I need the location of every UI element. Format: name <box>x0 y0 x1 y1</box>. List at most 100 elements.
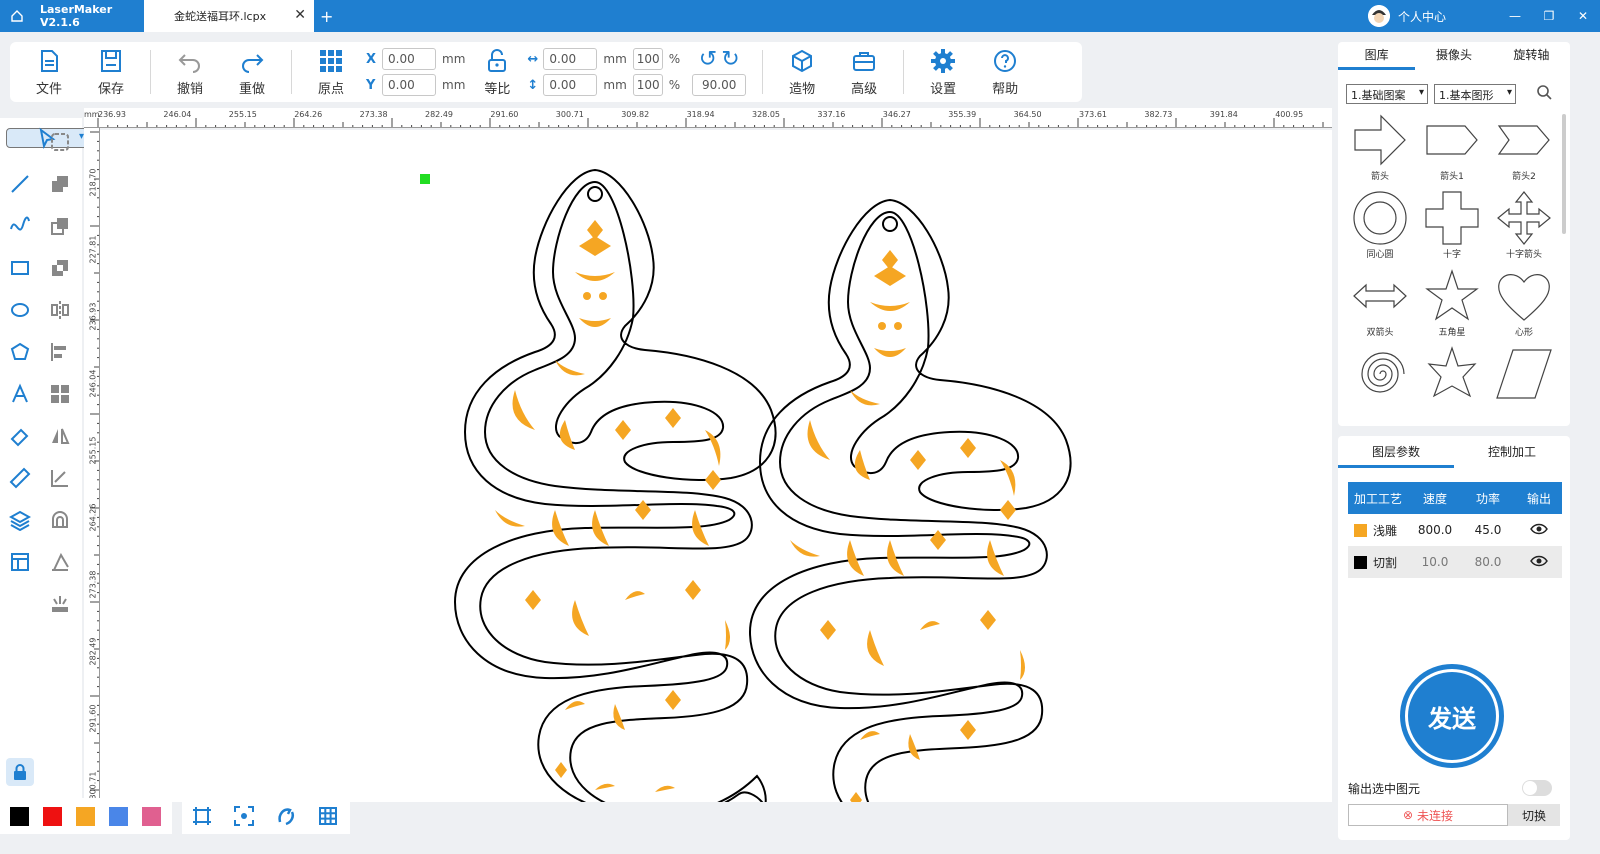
color-swatch[interactable] <box>43 806 62 826</box>
advanced-button[interactable]: 高级 <box>833 42 895 102</box>
undo-button[interactable]: 撤销 <box>159 42 221 102</box>
color-palette <box>0 798 172 834</box>
ellipse-tool-icon[interactable] <box>6 296 34 324</box>
library-scrollbar[interactable] <box>1562 114 1566 234</box>
close-window-icon[interactable]: ✕ <box>1566 0 1600 32</box>
snake-earring-right[interactable] <box>748 198 1072 848</box>
build-button[interactable]: 造物 <box>771 42 833 102</box>
shape-six-star[interactable] <box>1418 346 1486 418</box>
fit-page-icon[interactable] <box>192 806 212 826</box>
shape-concentric[interactable]: 同心圆 <box>1346 190 1414 262</box>
text-tool-icon[interactable] <box>6 380 34 408</box>
user-center-label: 个人中心 <box>1398 9 1447 24</box>
layers-tool-icon[interactable] <box>6 506 34 534</box>
offset-icon[interactable] <box>46 506 74 534</box>
union-icon[interactable] <box>46 170 74 198</box>
design-canvas[interactable] <box>100 130 1332 848</box>
shape-spiral[interactable] <box>1346 346 1414 418</box>
shape-arrow1[interactable]: 箭头1 <box>1418 112 1486 184</box>
ruler-label: 400.95 <box>1275 110 1304 119</box>
settings-button[interactable]: 设置 <box>912 42 974 102</box>
color-swatch[interactable] <box>10 806 29 826</box>
redo-button[interactable]: 重做 <box>221 42 283 102</box>
polygon-tool-icon[interactable] <box>6 338 34 366</box>
close-icon[interactable]: ✕ <box>294 7 306 23</box>
laser-icon[interactable] <box>46 590 74 618</box>
line-tool-icon[interactable] <box>6 170 34 198</box>
layer-row-engrave[interactable]: 浅雕 800.0 45.0 <box>1348 514 1562 546</box>
divider <box>150 50 151 94</box>
shape-double-arrow[interactable]: 双箭头 <box>1346 268 1414 340</box>
x-field[interactable]: 0.00 <box>382 48 436 70</box>
connection-status[interactable]: ⊗ 未连接 <box>1348 804 1508 826</box>
draw-icon[interactable] <box>46 548 74 576</box>
layer-row-cut[interactable]: 切割 10.0 80.0 <box>1348 546 1562 578</box>
shape-heart[interactable]: 心形 <box>1490 268 1558 340</box>
eye-icon[interactable] <box>1516 555 1562 570</box>
title-bar: LaserMaker V2.1.6 金蛇送福耳环.lcpx ✕ + 个人中心 —… <box>0 0 1600 32</box>
flip-icon[interactable] <box>46 422 74 450</box>
lock-icon[interactable] <box>6 758 34 786</box>
maximize-icon[interactable]: ❐ <box>1532 0 1566 32</box>
measure-icon[interactable] <box>46 464 74 492</box>
shape-cross[interactable]: 十字 <box>1418 190 1486 262</box>
shape-parallelogram[interactable] <box>1490 346 1558 418</box>
mirror-icon[interactable] <box>46 296 74 324</box>
rotate-left-icon[interactable]: ↺ <box>699 48 717 72</box>
eraser-tool-icon[interactable] <box>6 422 34 450</box>
curve-tool-icon[interactable] <box>6 212 34 240</box>
array-icon[interactable] <box>46 380 74 408</box>
shape-star[interactable]: 五角星 <box>1418 268 1486 340</box>
ruler-label: 227.81 <box>88 235 98 264</box>
output-selected-toggle[interactable] <box>1522 780 1552 796</box>
shape-arrow2[interactable]: 箭头2 <box>1490 112 1558 184</box>
app-title: LaserMaker V2.1.6 <box>40 3 113 29</box>
tab-file[interactable]: 金蛇送福耳环.lcpx ✕ <box>144 0 314 32</box>
send-button[interactable]: 发送 <box>1400 664 1504 768</box>
user-center[interactable]: 个人中心 <box>1368 5 1446 27</box>
tab-rotary[interactable]: 旋转轴 <box>1493 42 1570 70</box>
switch-button[interactable]: 切换 <box>1508 804 1560 826</box>
proportional-lock-button[interactable]: 等比 <box>471 42 523 102</box>
grid-view-icon[interactable] <box>318 806 338 826</box>
color-swatch[interactable] <box>76 806 95 826</box>
minimize-icon[interactable]: — <box>1498 0 1532 32</box>
file-button[interactable]: 文件 <box>18 42 80 102</box>
origin-button[interactable]: 原点 <box>300 42 362 102</box>
tab-library[interactable]: 图库 <box>1338 42 1416 70</box>
pan-icon[interactable] <box>276 806 296 826</box>
search-icon[interactable] <box>1536 84 1552 104</box>
shape-arrow[interactable]: 箭头 <box>1346 112 1414 184</box>
layout-tool-icon[interactable] <box>6 548 34 576</box>
home-icon[interactable] <box>0 0 34 32</box>
subtract-icon[interactable] <box>46 212 74 240</box>
color-swatch[interactable] <box>109 806 128 826</box>
shape-cross-arrow[interactable]: 十字箭头 <box>1490 190 1558 262</box>
unlock-icon <box>488 48 507 72</box>
rotation-field[interactable]: 90.00 <box>692 74 747 96</box>
tab-camera[interactable]: 摄像头 <box>1415 42 1492 70</box>
color-swatch[interactable] <box>142 806 161 826</box>
height-percent-field[interactable]: 100 <box>632 74 663 96</box>
category-select[interactable]: 1.基础图案 <box>1346 84 1428 104</box>
fit-selection-icon[interactable] <box>234 806 254 826</box>
width-percent-field[interactable]: 100 <box>632 48 663 70</box>
width-field[interactable]: 0.00 <box>543 48 598 70</box>
add-tab-icon[interactable]: + <box>320 7 333 26</box>
save-button[interactable]: 保存 <box>80 42 142 102</box>
node-edit-icon[interactable] <box>46 128 74 156</box>
y-field[interactable]: 0.00 <box>382 74 436 96</box>
height-field[interactable]: 0.00 <box>543 74 598 96</box>
tab-layer-params[interactable]: 图层参数 <box>1338 436 1454 468</box>
ruler-tool-icon[interactable] <box>6 464 34 492</box>
rotate-right-icon[interactable]: ↻ <box>721 48 739 72</box>
align-icon[interactable] <box>46 338 74 366</box>
height-icon: ↕ <box>527 77 539 93</box>
ruler-label: 382.73 <box>1144 110 1173 119</box>
rectangle-tool-icon[interactable] <box>6 254 34 282</box>
tab-process-control[interactable]: 控制加工 <box>1454 436 1570 468</box>
eye-icon[interactable] <box>1516 523 1562 538</box>
subcategory-select[interactable]: 1.基本图形 <box>1434 84 1516 104</box>
help-button[interactable]: 帮助 <box>974 42 1036 102</box>
intersect-icon[interactable] <box>46 254 74 282</box>
